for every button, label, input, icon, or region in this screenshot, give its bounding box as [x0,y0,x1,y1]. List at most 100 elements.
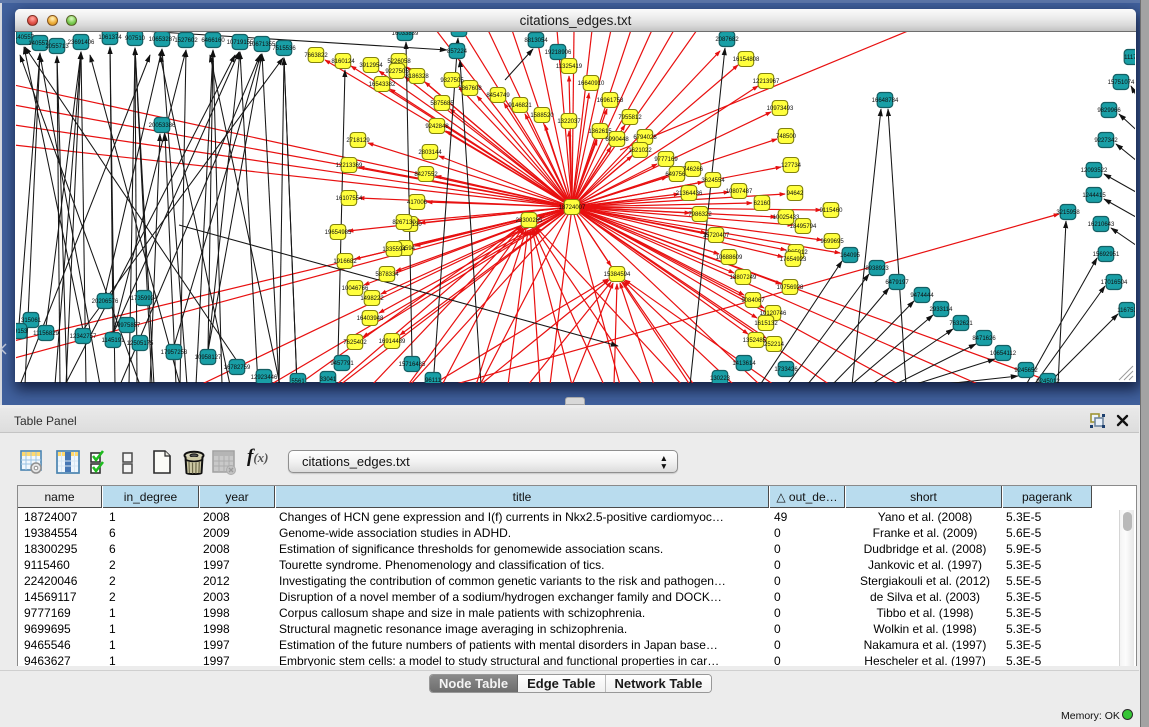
svg-text:8267130: 8267130 [392,220,416,226]
svg-text:417006: 417006 [407,200,428,206]
svg-text:9829966: 9829966 [1097,108,1121,114]
svg-text:16640910: 16640910 [578,81,605,87]
svg-text:9327505: 9327505 [440,78,464,84]
svg-text:94642: 94642 [787,191,804,197]
svg-text:6794028: 6794028 [633,135,657,141]
svg-text:15716485: 15716485 [399,362,426,368]
svg-text:5561: 5561 [291,379,305,385]
svg-text:1335594: 1335594 [382,247,406,253]
svg-text:2933114: 2933114 [930,307,954,313]
svg-text:9146821: 9146821 [508,103,532,109]
svg-text:7515536: 7515536 [272,46,296,52]
svg-text:2087682: 2087682 [715,37,739,43]
svg-text:17654923: 17654923 [780,257,807,263]
svg-text:1527602: 1527602 [174,38,198,44]
svg-text:11156829: 11156829 [33,331,59,337]
svg-text:17016504: 17016504 [1101,280,1128,286]
svg-text:18495794: 18495794 [790,224,817,230]
svg-text:12505175: 12505175 [127,341,154,347]
svg-text:1588520: 1588520 [530,113,554,119]
svg-text:17957253: 17957253 [161,350,188,356]
svg-text:7986322: 7986322 [688,212,712,218]
svg-text:16961758: 16961758 [597,98,624,104]
svg-text:16033839: 16033839 [392,31,419,37]
svg-text:1413614: 1413614 [732,361,756,367]
svg-text:1322037: 1322037 [557,119,581,125]
svg-text:3215958: 3215958 [1056,210,1080,216]
svg-text:20053386: 20053386 [149,123,176,129]
svg-text:8454749: 8454749 [486,93,510,99]
svg-text:5875685: 5875685 [430,101,454,107]
svg-text:17359924: 17359924 [131,296,158,302]
svg-text:12923446: 12923446 [251,375,278,381]
svg-text:21364436: 21364436 [676,191,703,197]
svg-text:9242848: 9242848 [425,124,449,130]
svg-text:1621022: 1621022 [628,148,652,154]
svg-text:18724007: 18724007 [559,205,586,211]
svg-text:11325419: 11325419 [556,64,583,70]
svg-text:748500: 748500 [776,134,797,140]
svg-text:10654112: 10654112 [990,351,1017,357]
svg-text:1615132: 1615132 [754,321,778,327]
svg-text:10688609: 10688609 [716,255,743,261]
svg-text:10975857: 10975857 [114,323,141,329]
svg-text:1733426: 1733426 [774,367,798,373]
svg-text:15720407: 15720407 [703,233,730,239]
svg-text:20206576: 20206576 [92,299,119,305]
svg-text:1244415: 1244415 [1082,193,1106,199]
svg-text:16914489: 16914489 [379,339,406,345]
svg-text:12342757: 12342757 [70,334,97,340]
svg-text:116753: 116753 [1117,308,1137,314]
svg-text:9777169: 9777169 [654,157,678,163]
svg-text:9245652: 9245652 [1014,368,1038,374]
svg-text:12093522: 12093522 [1081,168,1108,174]
svg-text:16648784: 16648784 [872,98,899,104]
svg-text:7632621: 7632621 [949,321,973,327]
svg-text:2803144: 2803144 [418,150,442,156]
svg-text:252214: 252214 [764,342,785,348]
svg-text:6990448: 6990448 [605,137,629,143]
svg-text:7625402: 7625402 [343,340,367,346]
svg-text:16782759: 16782759 [224,365,251,371]
svg-text:1061374: 1061374 [98,35,122,41]
svg-text:2867608: 2867608 [458,86,482,92]
svg-text:15751074: 15751074 [1108,80,1135,86]
svg-text:2055713: 2055713 [45,44,69,50]
svg-text:9084067: 9084067 [741,298,765,304]
svg-text:1145191: 1145191 [102,338,126,344]
svg-text:5878334: 5878334 [375,272,399,278]
svg-text:10958127: 10958127 [195,355,222,361]
svg-text:62160: 62160 [754,201,771,207]
svg-text:8427552: 8427552 [414,172,438,178]
svg-text:9457791: 9457791 [330,361,354,367]
svg-text:8471626: 8471626 [972,336,996,342]
svg-text:9245012: 9245012 [1036,379,1060,385]
svg-text:10756928: 10756928 [777,285,804,291]
svg-text:3624554: 3624554 [701,178,725,184]
svg-text:16210643: 16210643 [1088,222,1115,228]
svg-text:15692951: 15692951 [1093,252,1120,258]
svg-text:8813054: 8813054 [524,38,548,44]
svg-text:164095: 164095 [840,253,861,259]
svg-text:39153: 39153 [11,329,28,335]
svg-text:8160124: 8160124 [331,59,355,65]
svg-text:7955812: 7955812 [618,115,642,121]
svg-text:16154808: 16154808 [733,57,760,63]
svg-text:10807487: 10807487 [726,189,753,195]
svg-text:12213967: 12213967 [753,79,780,85]
svg-text:9111484: 9111484 [448,27,471,33]
svg-text:8186328: 8186328 [405,74,429,80]
svg-text:8938923: 8938923 [865,266,889,272]
svg-text:9474444: 9474444 [910,293,934,299]
svg-text:10653287: 10653287 [149,37,176,43]
svg-text:16403948: 16403948 [357,316,384,322]
svg-text:16107554: 16107554 [336,196,363,202]
svg-text:907510: 907510 [125,36,146,42]
svg-text:19654985: 19654985 [325,230,352,236]
svg-text:19218906: 19218906 [545,50,572,56]
svg-text:7663822: 7663822 [304,53,328,59]
svg-text:16543382: 16543382 [369,82,396,88]
svg-text:23691406: 23691406 [68,40,95,46]
svg-text:12213369: 12213369 [336,163,363,169]
svg-text:9699695: 9699695 [820,239,844,245]
